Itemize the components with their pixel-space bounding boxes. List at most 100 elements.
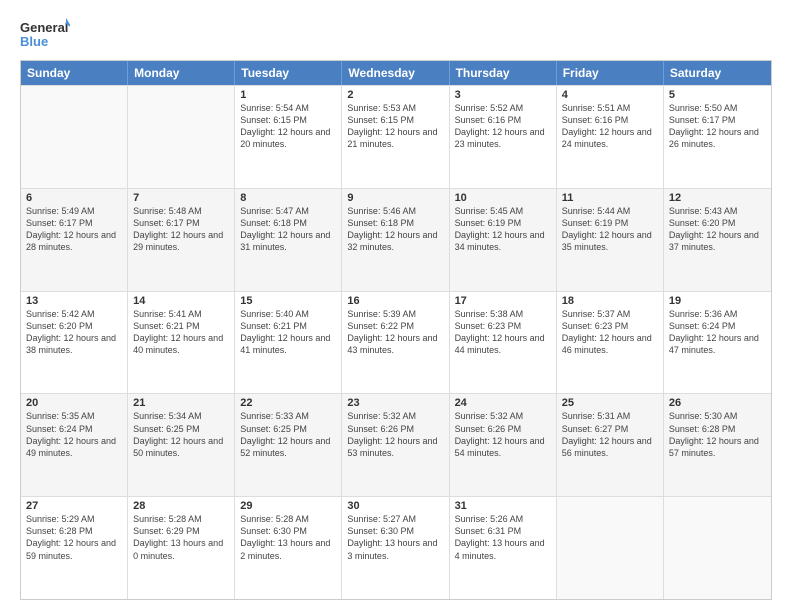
calendar-cell: 5Sunrise: 5:50 AM Sunset: 6:17 PM Daylig…: [664, 86, 771, 188]
calendar-week-4: 20Sunrise: 5:35 AM Sunset: 6:24 PM Dayli…: [21, 393, 771, 496]
calendar-week-1: 1Sunrise: 5:54 AM Sunset: 6:15 PM Daylig…: [21, 85, 771, 188]
calendar-cell: 9Sunrise: 5:46 AM Sunset: 6:18 PM Daylig…: [342, 189, 449, 291]
calendar-body: 1Sunrise: 5:54 AM Sunset: 6:15 PM Daylig…: [21, 85, 771, 599]
day-info: Sunrise: 5:51 AM Sunset: 6:16 PM Dayligh…: [562, 102, 658, 151]
day-number: 6: [26, 192, 122, 204]
day-number: 5: [669, 89, 766, 101]
calendar-cell: 10Sunrise: 5:45 AM Sunset: 6:19 PM Dayli…: [450, 189, 557, 291]
day-number: 12: [669, 192, 766, 204]
day-info: Sunrise: 5:50 AM Sunset: 6:17 PM Dayligh…: [669, 102, 766, 151]
day-info: Sunrise: 5:34 AM Sunset: 6:25 PM Dayligh…: [133, 410, 229, 459]
day-info: Sunrise: 5:44 AM Sunset: 6:19 PM Dayligh…: [562, 205, 658, 254]
calendar-cell: 24Sunrise: 5:32 AM Sunset: 6:26 PM Dayli…: [450, 394, 557, 496]
day-number: 19: [669, 295, 766, 307]
day-info: Sunrise: 5:47 AM Sunset: 6:18 PM Dayligh…: [240, 205, 336, 254]
calendar-header: SundayMondayTuesdayWednesdayThursdayFrid…: [21, 61, 771, 85]
calendar-cell: 2Sunrise: 5:53 AM Sunset: 6:15 PM Daylig…: [342, 86, 449, 188]
header-cell-saturday: Saturday: [664, 61, 771, 85]
day-number: 26: [669, 397, 766, 409]
calendar-week-2: 6Sunrise: 5:49 AM Sunset: 6:17 PM Daylig…: [21, 188, 771, 291]
calendar: SundayMondayTuesdayWednesdayThursdayFrid…: [20, 60, 772, 600]
day-info: Sunrise: 5:54 AM Sunset: 6:15 PM Dayligh…: [240, 102, 336, 151]
calendar-cell: 8Sunrise: 5:47 AM Sunset: 6:18 PM Daylig…: [235, 189, 342, 291]
calendar-cell: 28Sunrise: 5:28 AM Sunset: 6:29 PM Dayli…: [128, 497, 235, 599]
day-info: Sunrise: 5:28 AM Sunset: 6:29 PM Dayligh…: [133, 513, 229, 562]
day-info: Sunrise: 5:41 AM Sunset: 6:21 PM Dayligh…: [133, 308, 229, 357]
day-info: Sunrise: 5:31 AM Sunset: 6:27 PM Dayligh…: [562, 410, 658, 459]
calendar-cell: 4Sunrise: 5:51 AM Sunset: 6:16 PM Daylig…: [557, 86, 664, 188]
day-number: 1: [240, 89, 336, 101]
header-cell-friday: Friday: [557, 61, 664, 85]
day-info: Sunrise: 5:40 AM Sunset: 6:21 PM Dayligh…: [240, 308, 336, 357]
day-info: Sunrise: 5:43 AM Sunset: 6:20 PM Dayligh…: [669, 205, 766, 254]
header-cell-wednesday: Wednesday: [342, 61, 449, 85]
day-number: 4: [562, 89, 658, 101]
calendar-cell: 29Sunrise: 5:28 AM Sunset: 6:30 PM Dayli…: [235, 497, 342, 599]
calendar-cell: 27Sunrise: 5:29 AM Sunset: 6:28 PM Dayli…: [21, 497, 128, 599]
header-cell-thursday: Thursday: [450, 61, 557, 85]
day-number: 21: [133, 397, 229, 409]
calendar-cell: 30Sunrise: 5:27 AM Sunset: 6:30 PM Dayli…: [342, 497, 449, 599]
calendar-cell: [557, 497, 664, 599]
header-cell-monday: Monday: [128, 61, 235, 85]
calendar-cell: 7Sunrise: 5:48 AM Sunset: 6:17 PM Daylig…: [128, 189, 235, 291]
svg-text:Blue: Blue: [20, 34, 48, 49]
day-number: 13: [26, 295, 122, 307]
day-info: Sunrise: 5:52 AM Sunset: 6:16 PM Dayligh…: [455, 102, 551, 151]
day-number: 17: [455, 295, 551, 307]
calendar-cell: [128, 86, 235, 188]
calendar-cell: 6Sunrise: 5:49 AM Sunset: 6:17 PM Daylig…: [21, 189, 128, 291]
calendar-cell: 21Sunrise: 5:34 AM Sunset: 6:25 PM Dayli…: [128, 394, 235, 496]
day-number: 27: [26, 500, 122, 512]
calendar-cell: 16Sunrise: 5:39 AM Sunset: 6:22 PM Dayli…: [342, 292, 449, 394]
day-info: Sunrise: 5:48 AM Sunset: 6:17 PM Dayligh…: [133, 205, 229, 254]
day-number: 18: [562, 295, 658, 307]
day-number: 3: [455, 89, 551, 101]
day-info: Sunrise: 5:38 AM Sunset: 6:23 PM Dayligh…: [455, 308, 551, 357]
day-number: 24: [455, 397, 551, 409]
day-number: 16: [347, 295, 443, 307]
day-number: 22: [240, 397, 336, 409]
day-number: 7: [133, 192, 229, 204]
calendar-cell: 3Sunrise: 5:52 AM Sunset: 6:16 PM Daylig…: [450, 86, 557, 188]
header-cell-tuesday: Tuesday: [235, 61, 342, 85]
day-number: 8: [240, 192, 336, 204]
day-info: Sunrise: 5:32 AM Sunset: 6:26 PM Dayligh…: [347, 410, 443, 459]
calendar-cell: 14Sunrise: 5:41 AM Sunset: 6:21 PM Dayli…: [128, 292, 235, 394]
day-info: Sunrise: 5:32 AM Sunset: 6:26 PM Dayligh…: [455, 410, 551, 459]
calendar-cell: 25Sunrise: 5:31 AM Sunset: 6:27 PM Dayli…: [557, 394, 664, 496]
calendar-cell: [664, 497, 771, 599]
logo: General Blue: [20, 16, 70, 52]
calendar-cell: 20Sunrise: 5:35 AM Sunset: 6:24 PM Dayli…: [21, 394, 128, 496]
calendar-cell: 17Sunrise: 5:38 AM Sunset: 6:23 PM Dayli…: [450, 292, 557, 394]
day-info: Sunrise: 5:35 AM Sunset: 6:24 PM Dayligh…: [26, 410, 122, 459]
day-info: Sunrise: 5:36 AM Sunset: 6:24 PM Dayligh…: [669, 308, 766, 357]
day-number: 9: [347, 192, 443, 204]
day-info: Sunrise: 5:37 AM Sunset: 6:23 PM Dayligh…: [562, 308, 658, 357]
day-number: 30: [347, 500, 443, 512]
logo-svg: General Blue: [20, 16, 70, 52]
calendar-cell: 19Sunrise: 5:36 AM Sunset: 6:24 PM Dayli…: [664, 292, 771, 394]
day-info: Sunrise: 5:29 AM Sunset: 6:28 PM Dayligh…: [26, 513, 122, 562]
calendar-cell: 11Sunrise: 5:44 AM Sunset: 6:19 PM Dayli…: [557, 189, 664, 291]
day-info: Sunrise: 5:27 AM Sunset: 6:30 PM Dayligh…: [347, 513, 443, 562]
day-info: Sunrise: 5:33 AM Sunset: 6:25 PM Dayligh…: [240, 410, 336, 459]
calendar-cell: 23Sunrise: 5:32 AM Sunset: 6:26 PM Dayli…: [342, 394, 449, 496]
day-number: 31: [455, 500, 551, 512]
page: General Blue SundayMondayTuesdayWednesda…: [0, 0, 792, 612]
day-number: 15: [240, 295, 336, 307]
day-number: 10: [455, 192, 551, 204]
day-info: Sunrise: 5:45 AM Sunset: 6:19 PM Dayligh…: [455, 205, 551, 254]
day-number: 20: [26, 397, 122, 409]
day-info: Sunrise: 5:42 AM Sunset: 6:20 PM Dayligh…: [26, 308, 122, 357]
calendar-cell: 13Sunrise: 5:42 AM Sunset: 6:20 PM Dayli…: [21, 292, 128, 394]
day-number: 14: [133, 295, 229, 307]
calendar-cell: 12Sunrise: 5:43 AM Sunset: 6:20 PM Dayli…: [664, 189, 771, 291]
day-number: 25: [562, 397, 658, 409]
calendar-cell: 1Sunrise: 5:54 AM Sunset: 6:15 PM Daylig…: [235, 86, 342, 188]
day-info: Sunrise: 5:49 AM Sunset: 6:17 PM Dayligh…: [26, 205, 122, 254]
calendar-week-5: 27Sunrise: 5:29 AM Sunset: 6:28 PM Dayli…: [21, 496, 771, 599]
day-info: Sunrise: 5:26 AM Sunset: 6:31 PM Dayligh…: [455, 513, 551, 562]
header-cell-sunday: Sunday: [21, 61, 128, 85]
header: General Blue: [20, 16, 772, 52]
